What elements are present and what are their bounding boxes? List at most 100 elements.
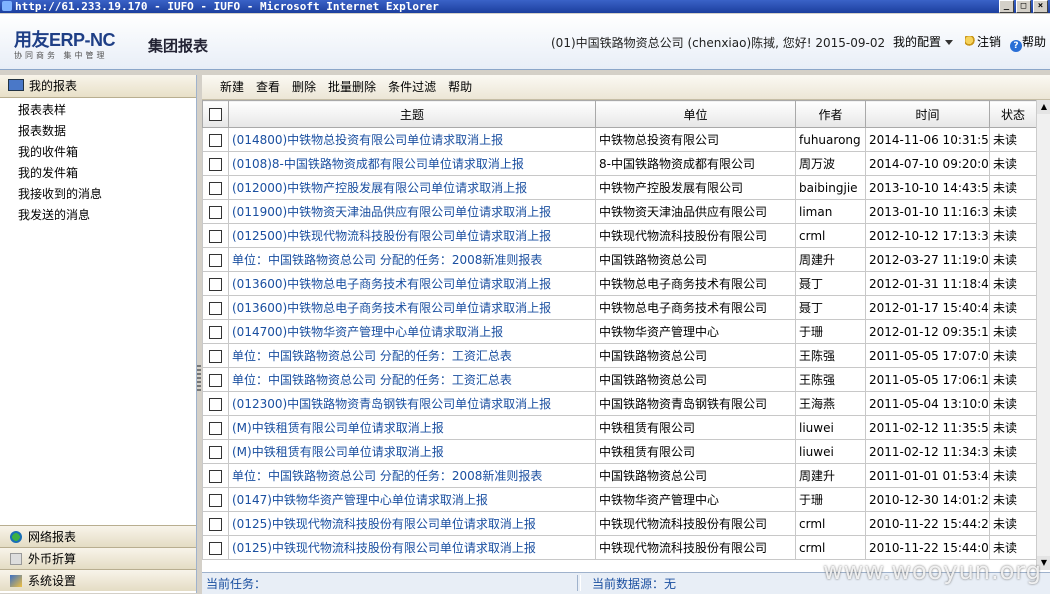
table-row[interactable]: (012300)中国铁路物资青岛钢铁有限公司单位请求取消上报 中国铁路物资青岛钢铁…	[202, 391, 1036, 416]
row-author: fuhuarong	[795, 127, 866, 152]
row-unit: 中铁物总电子商务技术有限公司	[595, 271, 796, 296]
row-unit: 中铁物资天津油品供应有限公司	[595, 199, 796, 224]
row-subject-link[interactable]: 单位：中国铁路物资总公司 分配的任务：2008新准则报表	[228, 247, 596, 272]
delete-button[interactable]: 删除	[292, 80, 316, 94]
maximize-button[interactable]: □	[1016, 0, 1031, 13]
row-subject-link[interactable]: (012300)中国铁路物资青岛钢铁有限公司单位请求取消上报	[228, 391, 596, 416]
help-link[interactable]: ? 帮助	[1010, 33, 1046, 52]
row-checkbox[interactable]	[209, 445, 222, 459]
network-reports-label: 网络报表	[28, 530, 77, 544]
row-checkbox[interactable]	[209, 373, 222, 387]
table-row[interactable]: (M)中铁租赁有限公司单位请求取消上报 中铁租赁有限公司 liuwei 2011-02…	[202, 415, 1036, 440]
column-status[interactable]: 状态	[989, 100, 1036, 128]
table-row[interactable]: (0108)8-中国铁路物资成都有限公司单位请求取消上报 8-中国铁路物资成都有限…	[202, 151, 1036, 176]
scroll-up-icon[interactable]: ▲	[1037, 100, 1050, 114]
table-row[interactable]: 单位：中国铁路物资总公司 分配的任务：工资汇总表 中国铁路物资总公司 王陈强 2011…	[202, 367, 1036, 392]
row-checkbox[interactable]	[209, 277, 222, 291]
table-row[interactable]: (014800)中铁物总投资有限公司单位请求取消上报 中铁物总投资有限公司 fuhu…	[202, 127, 1036, 152]
row-subject-link[interactable]: (M)中铁租赁有限公司单位请求取消上报	[228, 415, 596, 440]
my-config-menu[interactable]: 我的配置	[893, 33, 954, 50]
splitter-grip[interactable]	[197, 365, 201, 393]
table-row[interactable]: (0125)中铁现代物流科技股份有限公司单位请求取消上报 中铁现代物流科技股份有限…	[202, 511, 1036, 536]
table-row[interactable]: (0125)中铁现代物流科技股份有限公司单位请求取消上报 中铁现代物流科技股份有限…	[202, 535, 1036, 560]
row-checkbox[interactable]	[209, 229, 222, 243]
row-checkbox[interactable]	[209, 181, 222, 195]
row-subject-link[interactable]: (M)中铁租赁有限公司单位请求取消上报	[228, 439, 596, 464]
select-all-checkbox[interactable]	[209, 108, 222, 121]
row-time: 2012-10-12 17:13:33	[865, 223, 990, 248]
row-checkbox[interactable]	[209, 517, 222, 531]
table-row[interactable]: 单位：中国铁路物资总公司 分配的任务：2008新准则报表 中国铁路物资总公司 周建升…	[202, 463, 1036, 488]
sidebar-section-title: 我的报表	[29, 79, 78, 93]
row-checkbox[interactable]	[209, 253, 222, 267]
toolbar-help-button[interactable]: 帮助	[448, 80, 472, 94]
row-checkbox[interactable]	[209, 205, 222, 219]
sidebar-section-network-reports[interactable]: 网络报表	[0, 525, 196, 547]
sidebar-section-system-settings[interactable]: 系统设置	[0, 569, 196, 591]
row-checkbox[interactable]	[209, 133, 222, 147]
row-subject-link[interactable]: (0108)8-中国铁路物资成都有限公司单位请求取消上报	[228, 151, 596, 176]
table-row[interactable]: 单位：中国铁路物资总公司 分配的任务：工资汇总表 中国铁路物资总公司 王陈强 2011…	[202, 343, 1036, 368]
sidebar-item-received-messages[interactable]: 我接收到的消息	[0, 184, 196, 205]
row-checkbox-cell	[202, 367, 229, 392]
table-row[interactable]: (011900)中铁物资天津油品供应有限公司单位请求取消上报 中铁物资天津油品供应…	[202, 199, 1036, 224]
row-checkbox[interactable]	[209, 301, 222, 315]
row-checkbox[interactable]	[209, 157, 222, 171]
table-row[interactable]: (013600)中铁物总电子商务技术有限公司单位请求取消上报 中铁物总电子商务技术…	[202, 271, 1036, 296]
window-title-bar: http://61.233.19.170 - IUFO - IUFO - Mic…	[0, 0, 1050, 13]
row-checkbox-cell	[202, 487, 229, 512]
row-checkbox[interactable]	[209, 421, 222, 435]
table-row[interactable]: (012000)中铁物产控股发展有限公司单位请求取消上报 中铁物产控股发展有限公司…	[202, 175, 1036, 200]
row-subject-link[interactable]: (013600)中铁物总电子商务技术有限公司单位请求取消上报	[228, 271, 596, 296]
row-subject-link[interactable]: (012000)中铁物产控股发展有限公司单位请求取消上报	[228, 175, 596, 200]
row-checkbox[interactable]	[209, 397, 222, 411]
column-time[interactable]: 时间	[865, 100, 990, 128]
column-unit[interactable]: 单位	[595, 100, 796, 128]
sidebar-section-my-reports[interactable]: 我的报表	[0, 75, 196, 98]
row-checkbox[interactable]	[209, 541, 222, 555]
row-checkbox[interactable]	[209, 349, 222, 363]
row-subject-link[interactable]: (014800)中铁物总投资有限公司单位请求取消上报	[228, 127, 596, 152]
close-button[interactable]: ×	[1033, 0, 1048, 13]
row-checkbox[interactable]	[209, 325, 222, 339]
row-subject-link[interactable]: (0125)中铁现代物流科技股份有限公司单位请求取消上报	[228, 511, 596, 536]
row-subject-link[interactable]: (012500)中铁现代物流科技股份有限公司单位请求取消上报	[228, 223, 596, 248]
table-row[interactable]: (012500)中铁现代物流科技股份有限公司单位请求取消上报 中铁现代物流科技股份…	[202, 223, 1036, 248]
filter-button[interactable]: 条件过滤	[388, 80, 436, 94]
row-subject-link[interactable]: (014700)中铁物华资产管理中心单位请求取消上报	[228, 319, 596, 344]
row-author: liman	[795, 199, 866, 224]
logout-link[interactable]: 注销	[965, 33, 1001, 50]
sidebar-section-currency-conversion[interactable]: 外币折算	[0, 547, 196, 569]
column-subject[interactable]: 主题	[228, 100, 596, 128]
column-author[interactable]: 作者	[795, 100, 866, 128]
row-time: 2010-11-22 15:44:09	[865, 535, 990, 560]
sidebar-item-report-data[interactable]: 报表数据	[0, 121, 196, 142]
row-subject-link[interactable]: 单位：中国铁路物资总公司 分配的任务：工资汇总表	[228, 367, 596, 392]
row-subject-link[interactable]: (011900)中铁物资天津油品供应有限公司单位请求取消上报	[228, 199, 596, 224]
batch-delete-button[interactable]: 批量删除	[328, 80, 376, 94]
table-row[interactable]: 单位：中国铁路物资总公司 分配的任务：2008新准则报表 中国铁路物资总公司 周建升…	[202, 247, 1036, 272]
sidebar-item-report-templates[interactable]: 报表表样	[0, 100, 196, 121]
row-subject-link[interactable]: 单位：中国铁路物资总公司 分配的任务：工资汇总表	[228, 343, 596, 368]
row-subject-link[interactable]: (0125)中铁现代物流科技股份有限公司单位请求取消上报	[228, 535, 596, 560]
row-subject-link[interactable]: 单位：中国铁路物资总公司 分配的任务：2008新准则报表	[228, 463, 596, 488]
view-button[interactable]: 查看	[256, 80, 280, 94]
minimize-button[interactable]: _	[999, 0, 1014, 13]
row-status: 未读	[989, 319, 1036, 344]
row-checkbox[interactable]	[209, 493, 222, 507]
table-row[interactable]: (0147)中铁物华资产管理中心单位请求取消上报 中铁物华资产管理中心 于珊 2010…	[202, 487, 1036, 512]
table-row[interactable]: (014700)中铁物华资产管理中心单位请求取消上报 中铁物华资产管理中心 于珊 20…	[202, 319, 1036, 344]
row-status: 未读	[989, 271, 1036, 296]
table-row[interactable]: (M)中铁租赁有限公司单位请求取消上报 中铁租赁有限公司 liuwei 2011-02…	[202, 439, 1036, 464]
sidebar-item-sent-messages[interactable]: 我发送的消息	[0, 205, 196, 226]
panel-splitter[interactable]	[197, 75, 201, 593]
sidebar-item-inbox[interactable]: 我的收件箱	[0, 142, 196, 163]
table-row[interactable]: (013600)中铁物总电子商务技术有限公司单位请求取消上报 中铁物总电子商务技术…	[202, 295, 1036, 320]
row-subject-link[interactable]: (0147)中铁物华资产管理中心单位请求取消上报	[228, 487, 596, 512]
row-checkbox[interactable]	[209, 469, 222, 483]
new-button[interactable]: 新建	[220, 80, 244, 94]
sidebar-item-outbox[interactable]: 我的发件箱	[0, 163, 196, 184]
row-subject-link[interactable]: (013600)中铁物总电子商务技术有限公司单位请求取消上报	[228, 295, 596, 320]
vertical-scrollbar[interactable]: ▲ ▼	[1036, 100, 1050, 570]
key-icon	[965, 36, 977, 48]
